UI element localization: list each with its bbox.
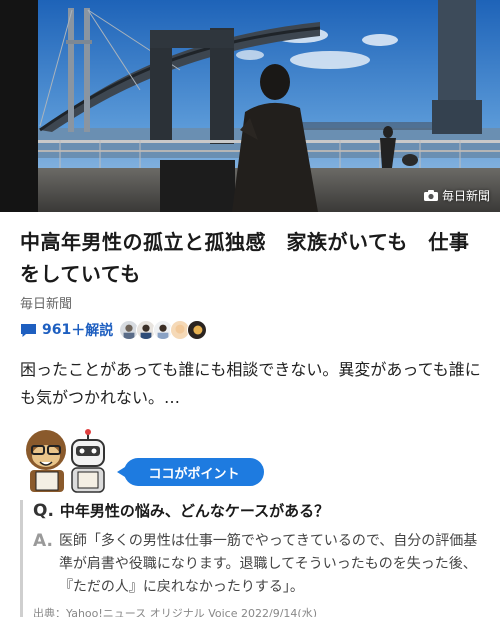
answer-text: 医師「多くの男性は仕事一筋でやってきているので、自分の評価基準が肩書や役職になり…	[58, 533, 478, 595]
article-lead[interactable]: 困ったことがあっても誰にも相談できない。異変があっても誰にも気がつかれない。…	[20, 356, 482, 412]
photo-credit-text: 毎日新聞	[441, 189, 490, 203]
comments-link[interactable]: 961 ＋解説	[20, 318, 208, 342]
point-label-pill: ココがポイント	[117, 458, 264, 486]
expert-avatars	[119, 320, 208, 340]
article-title[interactable]: 中高年男性の孤立と孤独感 家族がいても 仕事をしていても	[20, 226, 482, 290]
avatar	[187, 320, 208, 340]
answer-line: A. 医師「多くの男性は仕事一筋でやってきているので、自分の評価基準が肩書や役職…	[33, 530, 482, 599]
hero-image[interactable]: 毎日新聞	[0, 0, 500, 212]
question-text: 中年男性の悩み、どんなケースがある？	[59, 502, 330, 520]
q-mark: Q.	[33, 501, 54, 521]
camera-icon	[423, 190, 438, 201]
mascot-icon	[26, 429, 105, 493]
citation[interactable]: 出典：Yahoo!ニュース オリジナル Voice 2022/9/14(水)	[33, 605, 482, 617]
photo-credit: 毎日新聞	[423, 187, 490, 204]
qa-box: Q. 中年男性の悩み、どんなケースがある？ A. 医師「多くの男性は仕事一筋でや…	[20, 500, 482, 617]
a-mark: A.	[33, 531, 53, 551]
comment-suffix: ＋解説	[71, 323, 114, 339]
question-line: Q. 中年男性の悩み、どんなケースがある？	[33, 500, 482, 526]
point-section: ココがポイント Q. 中年男性の悩み、どんなケースがある？ A. 医師「多くの男…	[20, 428, 490, 617]
article-source[interactable]: 毎日新聞	[20, 293, 72, 312]
comment-icon	[21, 323, 36, 337]
comment-count: 961	[42, 322, 72, 338]
bridge-photo	[0, 0, 500, 212]
